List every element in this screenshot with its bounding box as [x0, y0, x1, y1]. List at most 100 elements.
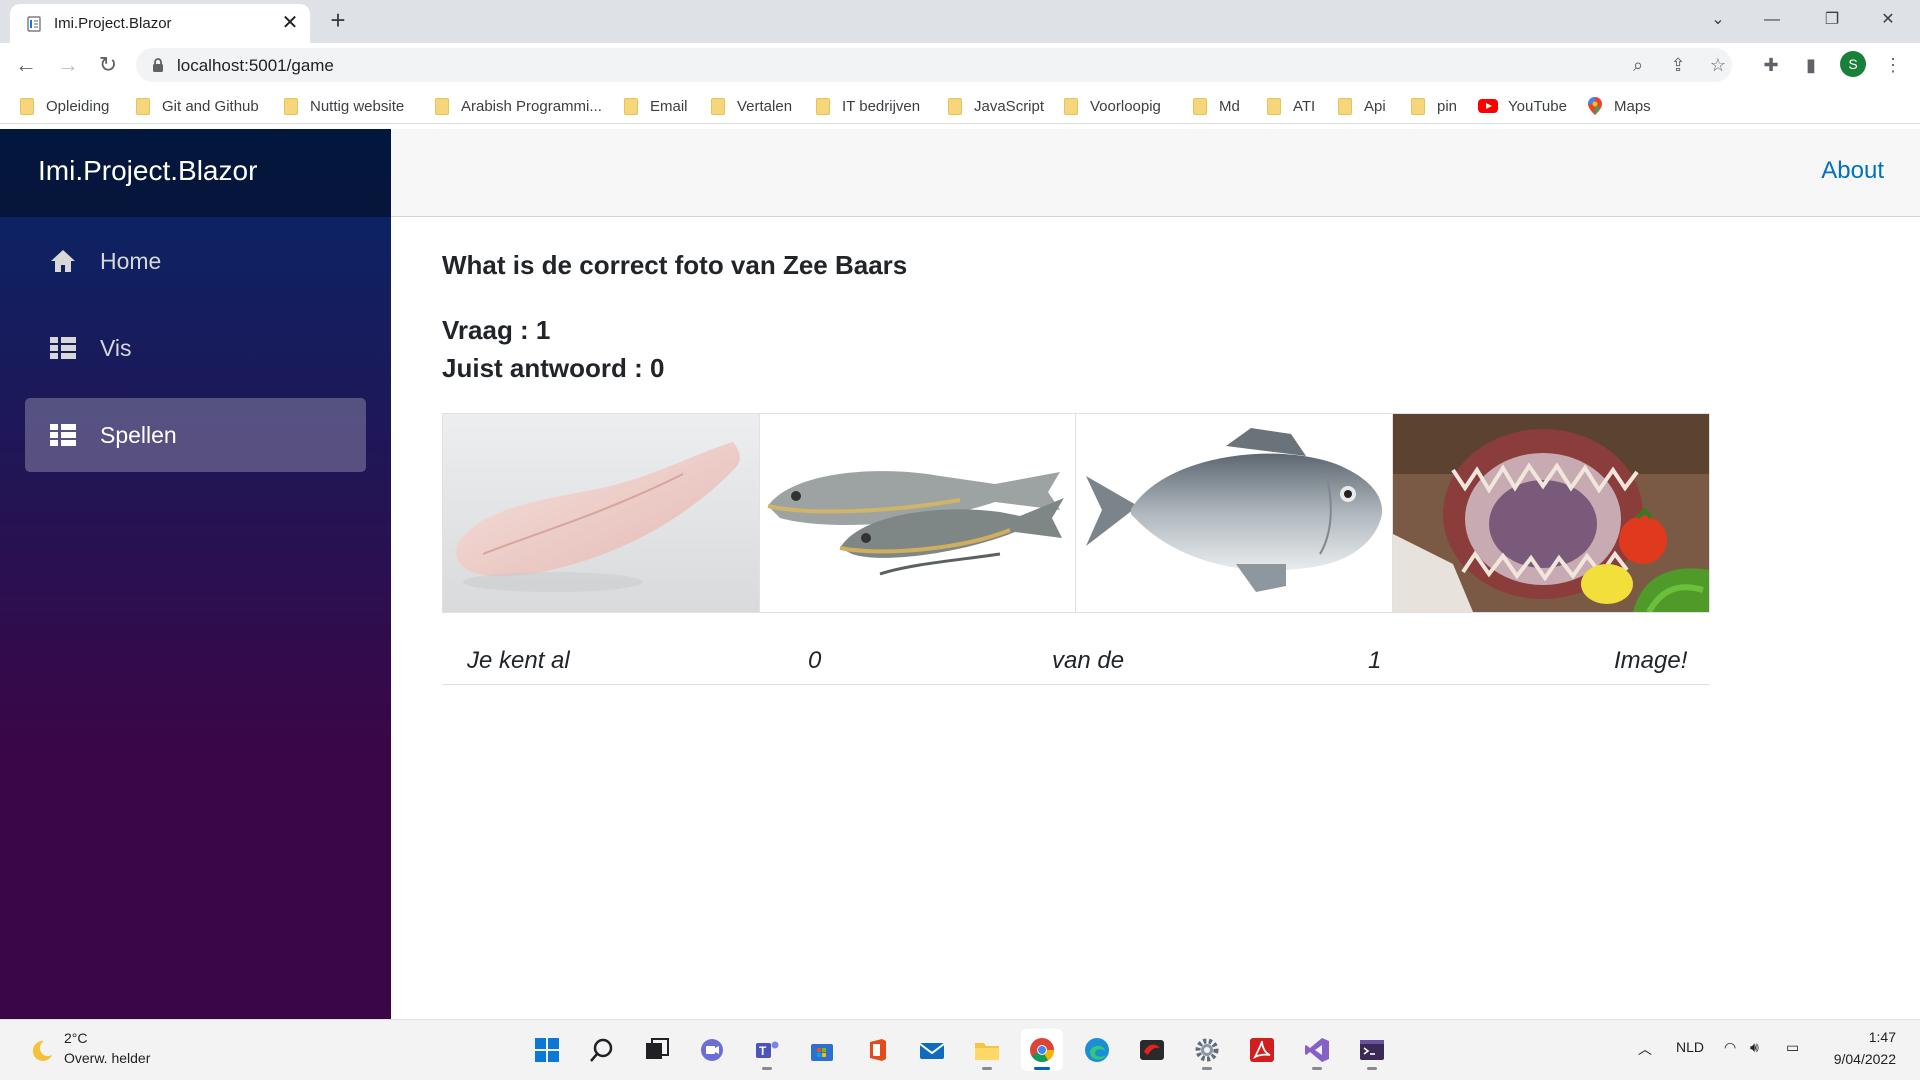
- nav-item-spellen[interactable]: Spellen: [25, 398, 366, 472]
- bookmark-item[interactable]: JavaScript: [948, 95, 1044, 117]
- bookmark-item[interactable]: IT bedrijven: [816, 95, 920, 117]
- taskbar-task-view[interactable]: [636, 1029, 678, 1071]
- brand-link[interactable]: Imi.Project.Blazor: [38, 155, 257, 187]
- pdf-icon: [1250, 1038, 1274, 1062]
- browser-tab[interactable]: Imi.Project.Blazor ✕: [10, 4, 310, 43]
- bookmark-item[interactable]: YouTube: [1478, 95, 1567, 117]
- page-icon: [27, 16, 41, 32]
- moon-icon[interactable]: [28, 1038, 54, 1064]
- battery-icon[interactable]: ▭: [1786, 1039, 1799, 1056]
- windows-icon: [535, 1038, 559, 1062]
- nav-label-spellen: Spellen: [100, 422, 177, 448]
- chevron-up-icon[interactable]: ︿: [1638, 1039, 1652, 1059]
- taskbar-visual-studio[interactable]: [1296, 1029, 1338, 1071]
- visual-studio-icon: [1305, 1038, 1329, 1062]
- taskbar-file-explorer[interactable]: [966, 1029, 1008, 1071]
- side-panel-icon[interactable]: ▮: [1798, 52, 1824, 78]
- lock-icon: [153, 58, 163, 72]
- sea-bream-image[interactable]: [759, 414, 1076, 612]
- folder-icon: [1064, 97, 1078, 115]
- start-button[interactable]: [526, 1029, 568, 1071]
- reload-icon[interactable]: ↻: [94, 51, 122, 79]
- share-icon[interactable]: ⇪: [1666, 53, 1690, 77]
- bookmark-item[interactable]: Email: [624, 95, 688, 117]
- new-tab-button[interactable]: +: [324, 6, 352, 34]
- running-indicator: [1312, 1067, 1322, 1070]
- taskbar-chat[interactable]: [691, 1029, 733, 1071]
- about-link[interactable]: About: [1821, 157, 1884, 185]
- edge-icon: [1085, 1038, 1109, 1062]
- zoom-icon[interactable]: ⌕: [1626, 53, 1650, 77]
- score-total: 1: [1368, 647, 1382, 674]
- chrome-icon: [1030, 1038, 1054, 1063]
- taskbar-settings[interactable]: [1186, 1029, 1228, 1071]
- nav-label-home: Home: [100, 248, 162, 274]
- wifi-icon[interactable]: ◠: [1724, 1039, 1736, 1056]
- url-text[interactable]: localhost:5001/game: [177, 56, 334, 76]
- weather-description[interactable]: Overw. helder: [64, 1050, 150, 1066]
- profile-avatar[interactable]: S: [1840, 51, 1866, 77]
- sea-bass-image[interactable]: [1076, 414, 1393, 612]
- browser-tab-strip: Imi.Project.Blazor ✕ + ⌄ — ❐ ✕: [0, 0, 1920, 43]
- nav-item-home[interactable]: Home: [25, 224, 366, 298]
- running-indicator: [1367, 1067, 1377, 1070]
- bookmark-item[interactable]: Opleiding: [20, 95, 109, 117]
- back-icon[interactable]: ←: [12, 51, 40, 79]
- tab-search-icon[interactable]: ⌄: [1696, 6, 1740, 34]
- language-indicator[interactable]: NLD: [1676, 1039, 1704, 1055]
- taskbar-office[interactable]: [856, 1029, 898, 1071]
- volume-icon[interactable]: 🔊︎: [1750, 1039, 1759, 1056]
- nav-item-vis[interactable]: Vis: [25, 311, 366, 385]
- bookmark-item[interactable]: pin: [1411, 95, 1457, 117]
- bookmark-item[interactable]: Md: [1193, 95, 1240, 117]
- folder-icon: [284, 97, 298, 115]
- taskbar-teams[interactable]: T: [746, 1029, 788, 1071]
- taskbar-app-red[interactable]: [1131, 1029, 1173, 1071]
- taskbar-edge[interactable]: [1076, 1029, 1118, 1071]
- office-icon: [870, 1039, 886, 1061]
- list-icon: [50, 424, 76, 446]
- minimize-icon[interactable]: —: [1750, 6, 1794, 34]
- window-close-icon[interactable]: ✕: [1866, 6, 1910, 34]
- main-content: About What is de correct foto van Zee Ba…: [391, 129, 1920, 1019]
- question-counter: Vraag : 1: [442, 315, 551, 345]
- forward-icon[interactable]: →: [54, 51, 82, 79]
- bookmark-item[interactable]: Git and Github: [136, 95, 259, 117]
- taskbar-mail[interactable]: [911, 1029, 953, 1071]
- bookmark-item[interactable]: ATI: [1267, 95, 1315, 117]
- bookmark-star-icon[interactable]: ☆: [1706, 53, 1730, 77]
- answer-images: [442, 413, 1710, 613]
- weather-temperature[interactable]: 2°C: [64, 1030, 88, 1046]
- teams-icon: T: [756, 1041, 779, 1058]
- menu-icon[interactable]: ⋮: [1880, 52, 1906, 78]
- bookmark-item[interactable]: Arabish Programmi...: [435, 95, 602, 117]
- store-icon: [811, 1044, 833, 1061]
- taskbar: 2°C Overw. helder T ︿ NLD ◠ 🔊︎ ▭ 1:47 9/…: [0, 1019, 1920, 1080]
- browser-toolbar: ← → ↻ localhost:5001/game ⌕ ⇪ ☆ ✚ ▮ S ⋮: [0, 43, 1920, 87]
- bookmark-item[interactable]: Maps: [1588, 95, 1651, 117]
- chat-icon: [701, 1039, 723, 1061]
- taskbar-search[interactable]: [581, 1029, 623, 1071]
- monkfish-image[interactable]: [1392, 414, 1709, 612]
- taskbar-terminal[interactable]: [1351, 1029, 1393, 1071]
- address-bar[interactable]: localhost:5001/game ⌕ ⇪ ☆: [136, 48, 1732, 82]
- bookmark-item[interactable]: Nuttig website: [284, 95, 404, 117]
- close-icon[interactable]: ✕: [278, 11, 302, 35]
- home-icon: [51, 250, 75, 272]
- gear-icon: [1195, 1038, 1219, 1062]
- top-row: About: [391, 129, 1920, 217]
- clock-time[interactable]: 1:47: [1869, 1029, 1896, 1045]
- tab-title: Imi.Project.Blazor: [54, 15, 172, 32]
- bookmark-item[interactable]: Voorloopig: [1064, 95, 1161, 117]
- score-suffix: Image!: [1614, 647, 1688, 674]
- taskbar-acrobat[interactable]: [1241, 1029, 1283, 1071]
- taskbar-store[interactable]: [801, 1029, 843, 1071]
- restore-icon[interactable]: ❐: [1810, 6, 1854, 34]
- clock-date[interactable]: 9/04/2022: [1834, 1051, 1896, 1067]
- bookmark-item[interactable]: Vertalen: [711, 95, 792, 117]
- extensions-icon[interactable]: ✚: [1758, 52, 1784, 78]
- fish-fillet-image[interactable]: [443, 414, 760, 612]
- bookmark-item[interactable]: Api: [1338, 95, 1386, 117]
- taskbar-chrome[interactable]: [1021, 1029, 1063, 1071]
- score-line: Je kent al 0 van de 1 Image!: [442, 639, 1710, 685]
